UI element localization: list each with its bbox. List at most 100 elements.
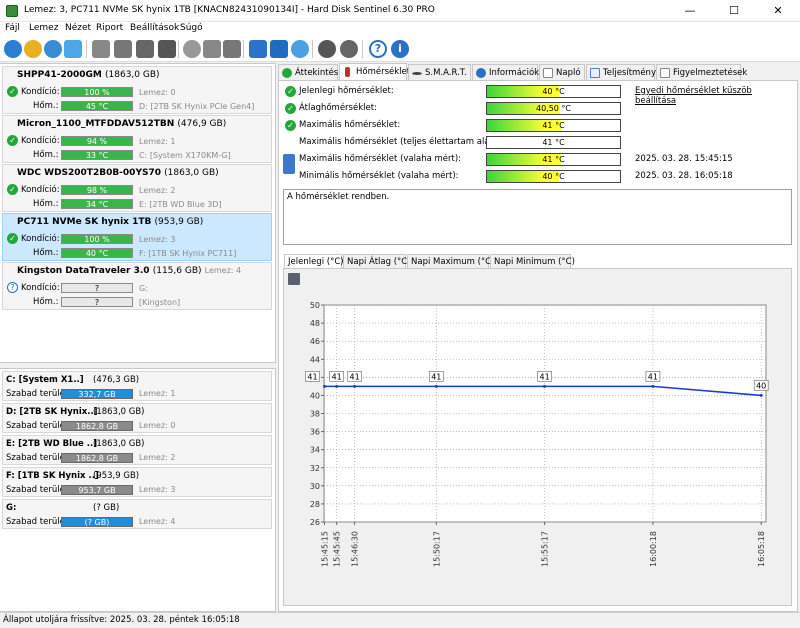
email-icon[interactable] xyxy=(270,40,288,58)
usb-icon[interactable] xyxy=(203,40,221,58)
toolbar: ? i xyxy=(0,36,800,62)
menu-view[interactable]: Nézet xyxy=(65,23,91,33)
temp-row-label: Átlaghőmérséklet: xyxy=(299,103,377,113)
tab-information[interactable]: Információk xyxy=(472,64,539,80)
info-icon[interactable] xyxy=(44,40,62,58)
menu-help[interactable]: Súgó xyxy=(180,23,203,33)
temp-row-max: ✓ Maximális hőmérséklet: 41 °C xyxy=(283,119,793,133)
main-tabs: Áttekintés Hőmérséklet S.M.A.R.T. Inform… xyxy=(278,63,800,81)
temp-row-lifetime-max: Maximális hőmérséklet (teljes élettartam… xyxy=(283,136,793,150)
volume-name: G: xyxy=(6,503,17,513)
volume-card-2[interactable]: E: [2TB WD Blue ..] (1863,0 GB) Szabad t… xyxy=(2,435,272,465)
help-icon[interactable]: ? xyxy=(369,40,387,58)
temperature-message: A hőmérséklet rendben. xyxy=(287,192,390,202)
settings-gear-icon[interactable] xyxy=(318,40,336,58)
report-icon[interactable] xyxy=(64,40,82,58)
disk-size: (953,9 GB) xyxy=(154,217,204,227)
temp-row-bar: 41 °C xyxy=(486,153,621,166)
condition-label: Kondíció: xyxy=(21,87,60,97)
temp-row-label: Maximális hőmérséklet (teljes élettartam… xyxy=(299,137,503,147)
refresh-all-icon[interactable] xyxy=(24,40,42,58)
clipboard-icon[interactable] xyxy=(249,40,267,58)
volume-name: C: [System X1..] xyxy=(6,375,84,385)
x-tick-label: 16:05:18 xyxy=(757,531,766,567)
tab-alerts[interactable]: Figyelmeztetések xyxy=(656,64,747,80)
network-disk-icon[interactable] xyxy=(183,40,201,58)
x-tick-label: 15:50:17 xyxy=(432,531,441,567)
volume-card-4[interactable]: G: (? GB) Szabad terület (? GB) Lemez: 4 xyxy=(2,499,272,529)
volume-size: (1863,0 GB) xyxy=(93,407,145,417)
volume-card-3[interactable]: F: [1TB SK Hynix ..] (953,9 GB) Szabad t… xyxy=(2,467,272,497)
volume-disk: Lemez: 2 xyxy=(139,453,176,462)
cloud-icon[interactable] xyxy=(291,40,309,58)
disk-card-3[interactable]: PC711 NVMe SK hynix 1TB (953,9 GB) ✓ Kon… xyxy=(2,213,272,261)
tab-smart[interactable]: S.M.A.R.T. xyxy=(408,64,471,80)
disk-size: (1863,0 GB) xyxy=(105,70,160,80)
disk-eject-icon[interactable] xyxy=(114,40,132,58)
tab-overview[interactable]: Áttekintés xyxy=(278,64,338,80)
chart-tab-daily-min[interactable]: Napi Minimum (°C) xyxy=(490,254,575,269)
tab-performance[interactable]: Teljesítmény xyxy=(586,64,656,80)
status-ok-icon: ✓ xyxy=(7,86,18,97)
max-timestamp: 2025. 03. 28. 15:45:15 xyxy=(635,154,733,164)
data-label: 40 xyxy=(756,381,766,390)
temp-row-bar: 41 °C xyxy=(486,119,621,132)
menu-disk[interactable]: Lemez xyxy=(29,23,58,33)
chart-tab-daily-avg[interactable]: Napi Átlag (°C) xyxy=(343,254,411,269)
performance-icon xyxy=(590,68,600,78)
tab-log[interactable]: Napló xyxy=(539,64,585,80)
x-tick-label: 15:45:15 xyxy=(321,531,330,567)
condition-bar: ? xyxy=(61,283,133,293)
maximize-button[interactable]: ☐ xyxy=(712,0,756,22)
disk-warning-icon[interactable] xyxy=(136,40,154,58)
refresh-icon[interactable] xyxy=(4,40,22,58)
volume-card-1[interactable]: D: [2TB SK Hynix..] (1863,0 GB) Szabad t… xyxy=(2,403,272,433)
condition-bar: 94 % xyxy=(61,136,133,146)
chart-tab-current[interactable]: Jelenlegi (°C) xyxy=(284,254,344,269)
disk-settings-icon[interactable] xyxy=(158,40,176,58)
status-text: Állapot utoljára frissítve: 2025. 03. 28… xyxy=(3,615,240,625)
disk-card-2[interactable]: WDC WDS200T2B0B-00YS70 (1863,0 GB) ✓ Kon… xyxy=(2,164,272,212)
free-space-label: Szabad terület xyxy=(6,517,69,527)
volume-disk: Lemez: 0 xyxy=(139,421,176,430)
data-point xyxy=(759,393,763,397)
data-label: 41 xyxy=(332,372,342,381)
temp-row-bar: 40 °C xyxy=(486,85,621,98)
about-icon[interactable]: i xyxy=(391,40,409,58)
alert-settings-icon[interactable] xyxy=(340,40,358,58)
data-label: 41 xyxy=(307,372,317,381)
temp-row-label: Maximális hőmérséklet (valaha mért): xyxy=(299,154,462,164)
y-tick-label: 50 xyxy=(310,301,320,310)
disk-name: SHPP41-2000GM xyxy=(17,70,102,80)
menu-bar: Fájl Lemez Nézet Riport Beállítások Súgó xyxy=(0,22,800,36)
volume-disk: Lemez: 3 xyxy=(139,485,176,494)
x-tick-label: 15:55:17 xyxy=(541,531,550,567)
close-button[interactable]: ✕ xyxy=(756,0,800,22)
smart-icon xyxy=(412,72,422,75)
disk-card-1[interactable]: Micron_1100_MTFDDAV512TBN (476,9 GB) ✓ K… xyxy=(2,115,272,163)
menu-report[interactable]: Riport xyxy=(96,23,123,33)
chart-tab-daily-max[interactable]: Napi Maximum (°C) xyxy=(407,254,494,269)
status-unknown-icon: ? xyxy=(7,282,18,293)
free-space-label: Szabad terület xyxy=(6,453,69,463)
temp-row-average: ✓ Átlaghőmérséklet: 40,50 °C xyxy=(283,102,793,116)
temp-bar: 33 °C xyxy=(61,150,133,160)
temp-row-label: Minimális hőmérséklet (valaha mért): xyxy=(299,171,459,181)
disk-card-0[interactable]: SHPP41-2000GM (1863,0 GB) ✓ Kondíció: 10… xyxy=(2,66,272,114)
y-tick-label: 44 xyxy=(310,355,320,364)
tab-temperature[interactable]: Hőmérséklet xyxy=(339,63,410,81)
disk-number: Lemez: 2 xyxy=(139,186,176,195)
volume-card-0[interactable]: C: [System X1..] (476,3 GB) Szabad terül… xyxy=(2,371,272,401)
disk-tools-icon[interactable] xyxy=(223,40,241,58)
free-space-bar: 1862,8 GB xyxy=(61,421,133,431)
disk-test-icon[interactable] xyxy=(92,40,110,58)
disk-size: (115,6 GB) xyxy=(152,266,202,276)
menu-settings[interactable]: Beállítások xyxy=(130,23,179,33)
disk-volume: [Kingston] xyxy=(139,298,181,307)
data-label: 41 xyxy=(540,372,550,381)
disk-list: SHPP41-2000GM (1863,0 GB) ✓ Kondíció: 10… xyxy=(0,63,276,363)
temp-bar: ? xyxy=(61,297,133,307)
minimize-button[interactable]: — xyxy=(668,0,712,22)
menu-file[interactable]: Fájl xyxy=(5,23,20,33)
disk-card-4[interactable]: Kingston DataTraveler 3.0 (115,6 GB) Lem… xyxy=(2,262,272,310)
